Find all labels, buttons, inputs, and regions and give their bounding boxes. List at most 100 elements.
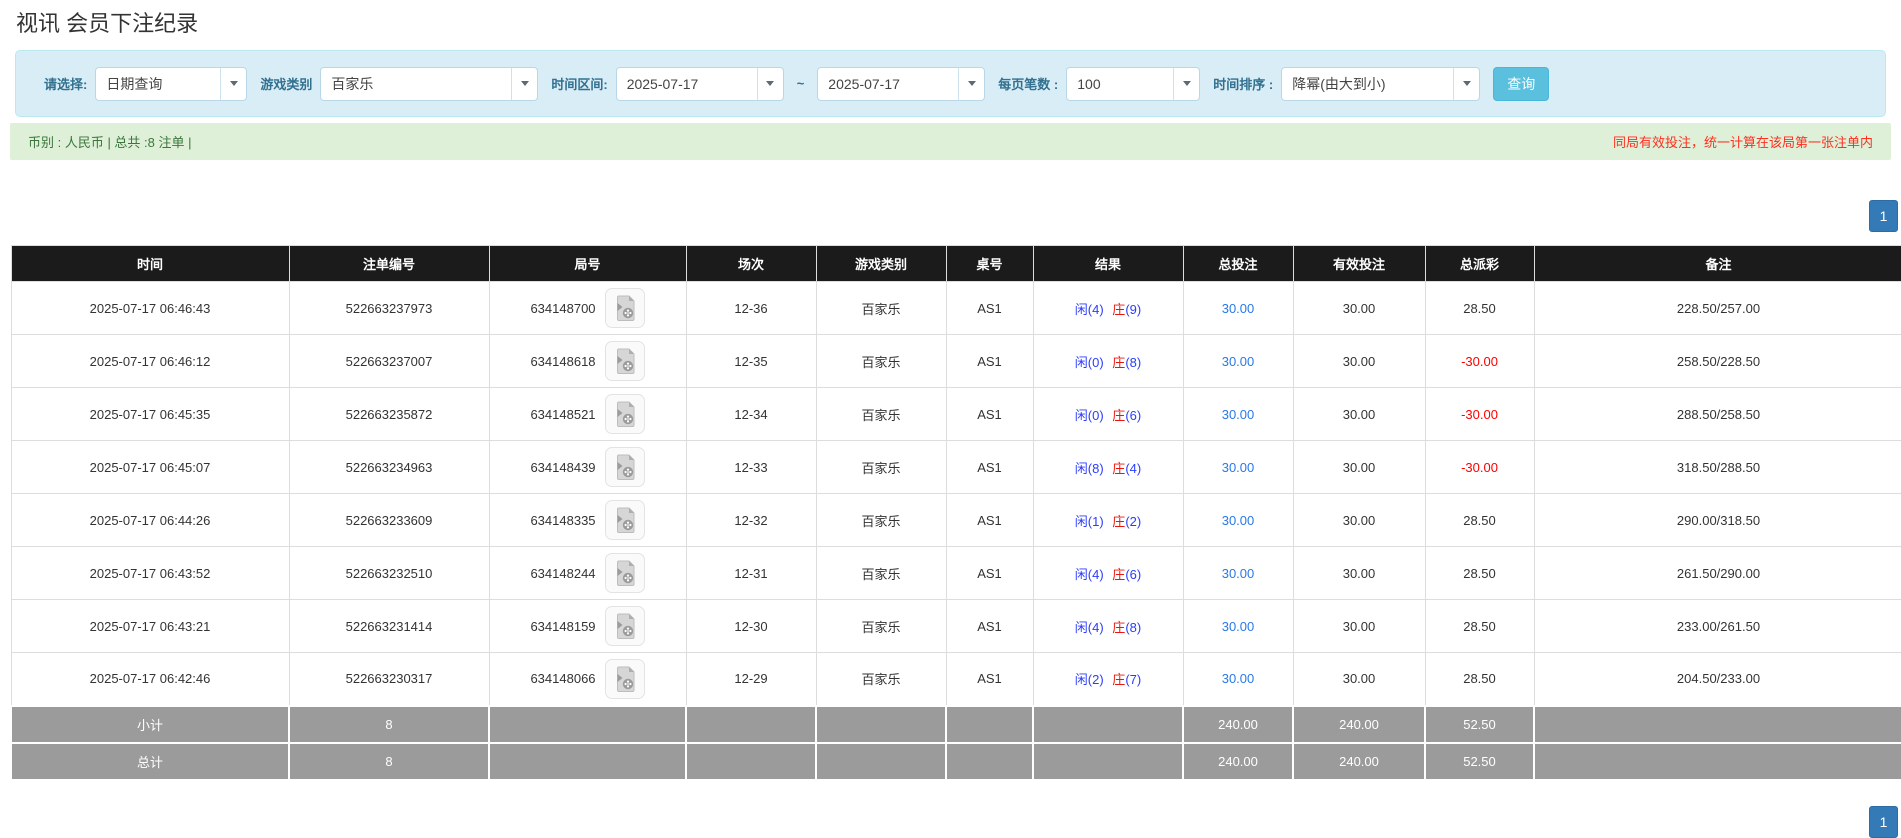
total-bet-link[interactable]: 30.00	[1222, 513, 1255, 528]
chevron-down-icon[interactable]	[958, 67, 984, 100]
cell-payout: -30.00	[1424, 440, 1535, 494]
sort-label: 时间排序 :	[1213, 77, 1274, 92]
round-id-value: 634148521	[530, 406, 596, 422]
chevron-down-icon[interactable]	[1453, 67, 1479, 100]
cell-time: 2025-07-17 06:44:26	[10, 493, 290, 547]
page-1-button-bottom[interactable]: 1	[1869, 806, 1898, 838]
cell-valid-bet: 30.00	[1292, 493, 1426, 547]
subtotal-count: 8	[288, 704, 490, 744]
total-bet-link[interactable]: 30.00	[1222, 460, 1255, 475]
video-replay-button[interactable]	[604, 658, 645, 699]
page-size-select[interactable]: 100	[1066, 66, 1201, 101]
total-bet-link[interactable]: 30.00	[1222, 619, 1255, 634]
sort-select[interactable]: 降幂(由大到小)	[1281, 66, 1481, 101]
subtotal-valid-bet: 240.00	[1292, 704, 1426, 744]
video-record-icon	[616, 295, 635, 321]
cell-time: 2025-07-17 06:43:21	[10, 599, 290, 653]
col-payout: 总派彩	[1424, 245, 1535, 282]
cell-valid-bet: 30.00	[1292, 546, 1426, 600]
subtotal-label: 小计	[10, 704, 290, 744]
round-id-value: 634148244	[530, 565, 596, 581]
cell-bet-id: 522663235872	[288, 387, 490, 441]
page-title: 视讯 会员下注纪录	[16, 11, 199, 36]
round-id-value: 634148618	[530, 353, 596, 369]
total-row: 总计 8 240.00 240.00 52.50	[10, 741, 1901, 781]
total-valid-bet: 240.00	[1292, 741, 1426, 781]
table-row: 2025-07-17 06:43:52 522663232510 6341482…	[10, 546, 1901, 600]
cell-round-id: 634148159	[488, 599, 687, 653]
video-replay-button[interactable]	[604, 394, 645, 434]
col-round-id: 局号	[488, 245, 687, 282]
search-button[interactable]: 查询	[1493, 66, 1550, 101]
cell-valid-bet: 30.00	[1292, 652, 1426, 706]
date-from-select[interactable]: 2025-07-17	[615, 66, 784, 101]
result-banker: 庄	[1112, 672, 1126, 688]
cell-round-id: 634148066	[488, 652, 687, 706]
cell-total-bet: 30.00	[1182, 652, 1294, 706]
cell-session: 12-34	[685, 387, 817, 441]
cell-total-bet: 30.00	[1182, 493, 1294, 547]
result-player: 闲(8)	[1074, 460, 1104, 476]
cell-total-bet: 30.00	[1182, 440, 1294, 494]
cell-bet-id: 522663237973	[288, 281, 490, 335]
cell-payout: -30.00	[1424, 387, 1535, 441]
game-type-select[interactable]: 百家乐	[320, 66, 539, 101]
round-id-value: 634148335	[530, 512, 596, 528]
filter-group-date-range: 时间区间: 2025-07-17	[551, 66, 784, 101]
video-replay-button[interactable]	[604, 447, 645, 487]
video-record-icon	[616, 666, 635, 692]
cell-result: 闲(2) 庄(7)	[1032, 652, 1184, 706]
cell-remark: 204.50/233.00	[1533, 652, 1901, 706]
result-player: 闲(0)	[1074, 407, 1104, 423]
video-replay-button[interactable]	[604, 606, 645, 646]
cell-result: 闲(4) 庄(6)	[1032, 546, 1184, 600]
cell-time: 2025-07-17 06:45:07	[10, 440, 290, 494]
cell-round-id: 634148700	[488, 281, 687, 335]
total-count: 8	[288, 741, 490, 781]
total-bet-link[interactable]: 30.00	[1222, 407, 1255, 422]
total-total-bet: 240.00	[1182, 741, 1294, 781]
cell-time: 2025-07-17 06:46:12	[10, 334, 290, 388]
result-banker-score: (6)	[1125, 407, 1142, 423]
video-replay-button[interactable]	[604, 500, 645, 540]
total-bet-link[interactable]: 30.00	[1222, 301, 1255, 316]
cell-table-no: AS1	[945, 334, 1034, 388]
game-type-value: 百家乐	[331, 75, 374, 92]
col-time: 时间	[10, 245, 290, 282]
result-banker-score: (9)	[1125, 301, 1142, 317]
total-bet-link[interactable]: 30.00	[1222, 354, 1255, 369]
query-type-select[interactable]: 日期查询	[95, 66, 248, 101]
result-banker-score: (8)	[1125, 354, 1142, 370]
filter-group-page-size: 每页笔数 : 100	[998, 66, 1201, 101]
result-banker: 庄	[1112, 513, 1126, 529]
chevron-down-icon[interactable]	[220, 67, 246, 100]
video-record-icon	[616, 507, 635, 533]
cell-table-no: AS1	[945, 440, 1034, 494]
video-replay-button[interactable]	[604, 341, 645, 381]
chevron-down-icon[interactable]	[756, 67, 783, 100]
page-1-button[interactable]: 1	[1869, 200, 1898, 232]
cell-table-no: AS1	[945, 281, 1034, 335]
chevron-down-icon[interactable]	[511, 67, 537, 100]
chevron-down-icon[interactable]	[1173, 67, 1199, 100]
cell-session: 12-29	[685, 652, 817, 706]
video-record-icon	[616, 613, 635, 639]
col-remark: 备注	[1533, 245, 1901, 282]
col-bet-id: 注单编号	[288, 245, 490, 282]
date-to-select[interactable]: 2025-07-17	[817, 66, 986, 101]
cell-remark: 290.00/318.50	[1533, 493, 1901, 547]
cell-round-id: 634148335	[488, 493, 687, 547]
video-replay-button[interactable]	[604, 553, 645, 593]
video-record-icon	[616, 454, 635, 480]
cell-table-no: AS1	[945, 387, 1034, 441]
cell-remark: 288.50/258.50	[1533, 387, 1901, 441]
cell-game-type: 百家乐	[815, 546, 947, 600]
video-replay-button[interactable]	[604, 288, 645, 328]
total-bet-link[interactable]: 30.00	[1222, 566, 1255, 581]
cell-time: 2025-07-17 06:46:43	[10, 281, 290, 335]
cell-game-type: 百家乐	[815, 387, 947, 441]
cell-total-bet: 30.00	[1182, 546, 1294, 600]
total-bet-link[interactable]: 30.00	[1222, 671, 1255, 686]
cell-table-no: AS1	[945, 599, 1034, 653]
cell-session: 12-31	[685, 546, 817, 600]
